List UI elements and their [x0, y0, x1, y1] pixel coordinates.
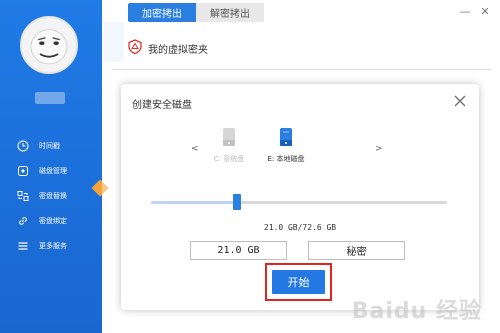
- username: [35, 92, 65, 104]
- blurred-region: [104, 22, 124, 62]
- shield-icon: [128, 39, 142, 57]
- drive-option-c[interactable]: C: 系统盘: [199, 126, 259, 164]
- disk-icon: [17, 165, 29, 177]
- swap-icon: [17, 190, 29, 202]
- drive-label: E: 本地磁盘: [267, 155, 305, 163]
- sidebar-item-label: 密盘替换: [39, 191, 67, 200]
- sidebar-item-label: 磁盘管理: [39, 166, 67, 175]
- sidebar-item-more-services[interactable]: 更多服务: [0, 233, 102, 258]
- sidebar-item-disk-bind[interactable]: 密盘绑定: [0, 208, 102, 233]
- sidebar: 时间戳 磁盘管理 密盘替换 密盘绑定 更多服务: [0, 0, 102, 333]
- dialog-close-button[interactable]: [453, 94, 467, 108]
- sidebar-item-label: 时间戳: [39, 141, 60, 150]
- vault-row[interactable]: 我的虚拟密夹: [128, 39, 208, 57]
- password-input[interactable]: 秘密: [308, 241, 405, 260]
- slider-thumb[interactable]: [232, 194, 241, 210]
- sidebar-item-timestamp[interactable]: 时间戳: [0, 133, 102, 158]
- sidebar-item-disk-replace[interactable]: 密盘替换: [0, 183, 102, 208]
- next-drive-button[interactable]: >: [375, 144, 383, 154]
- watermark: Baidu 经验: [351, 299, 482, 324]
- start-button[interactable]: 开始: [272, 270, 325, 294]
- minimize-icon: —: [459, 4, 471, 18]
- tab-bar: 加密拷出 解密拷出: [128, 3, 264, 22]
- avatar[interactable]: [20, 16, 78, 74]
- dialog-title: 创建安全磁盘: [132, 100, 192, 111]
- tab-decrypt-export[interactable]: 解密拷出: [196, 3, 264, 22]
- size-readout: 21.0 GB/72.6 GB: [263, 223, 337, 232]
- window-close-button[interactable]: ✕: [478, 4, 492, 18]
- link-icon: [17, 215, 29, 227]
- vault-label: 我的虚拟密夹: [148, 44, 208, 56]
- drive-icon: [280, 128, 292, 146]
- slider-fill: [151, 201, 237, 204]
- sidebar-item-disk-management[interactable]: 磁盘管理: [0, 158, 102, 183]
- minimize-button[interactable]: —: [458, 4, 472, 18]
- tab-encrypt-export[interactable]: 加密拷出: [128, 3, 196, 22]
- sidebar-item-label: 密盘绑定: [39, 216, 67, 225]
- drive-option-e[interactable]: E: 本地磁盘: [256, 126, 316, 164]
- size-input[interactable]: 21.0 GB: [190, 241, 287, 260]
- sidebar-menu: 时间戳 磁盘管理 密盘替换 密盘绑定 更多服务: [0, 133, 102, 258]
- drive-icon: [223, 128, 235, 146]
- sidebar-item-label: 更多服务: [39, 241, 67, 250]
- prev-drive-button[interactable]: <: [191, 144, 199, 154]
- close-icon: ✕: [480, 4, 490, 18]
- clock-icon: [17, 140, 29, 152]
- close-icon: [454, 95, 466, 107]
- drive-label: C: 系统盘: [213, 155, 245, 163]
- menu-icon: [17, 240, 29, 252]
- create-secure-disk-dialog: 创建安全磁盘 < C: 系统盘 E: 本地磁盘 > 21.0 GB/72.6 G…: [121, 84, 479, 310]
- size-slider[interactable]: [151, 194, 447, 210]
